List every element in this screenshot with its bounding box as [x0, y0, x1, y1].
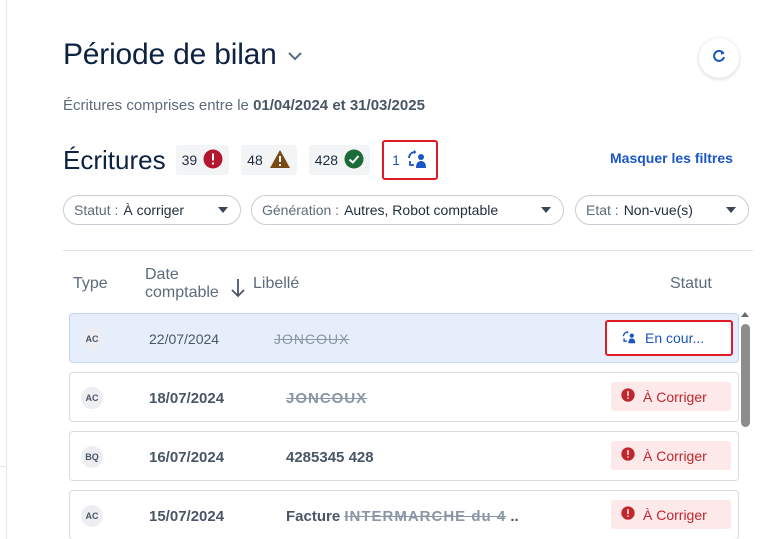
vertical-scrollbar-thumb[interactable]	[741, 324, 750, 427]
period-end-date: 31/03/2025	[349, 97, 425, 114]
error-count-badge[interactable]: 39	[175, 145, 230, 175]
panel-left-border	[6, 0, 7, 539]
status-filter-label: Statut :	[74, 202, 119, 218]
column-header-date[interactable]: Date comptable	[145, 266, 219, 302]
dropdown-caret-icon	[218, 207, 228, 213]
reassign-count-badge[interactable]: 1	[382, 140, 438, 180]
column-header-date-line2: comptable	[145, 284, 219, 301]
generation-filter-value: Autres, Robot comptable	[344, 202, 499, 218]
warning-icon	[269, 149, 291, 172]
section-title: Écritures	[63, 144, 166, 175]
scroll-up-arrow-icon[interactable]	[741, 312, 749, 317]
period-selector[interactable]: Période de bilan	[63, 38, 303, 72]
subtitle-prefix: Écritures comprises entre le	[63, 97, 254, 114]
journal-type-badge: AC	[81, 328, 103, 350]
journal-type-badge: AC	[81, 387, 103, 409]
table-row[interactable]: AC 15/07/2024 Facture INTERMARCHE du 4 .…	[69, 490, 739, 539]
status-badge[interactable]: À Corriger	[611, 382, 731, 411]
row-date: 22/07/2024	[149, 331, 220, 347]
status-label: À Corriger	[643, 447, 707, 464]
error-icon	[203, 149, 223, 172]
section-divider	[63, 250, 753, 251]
warning-count-badge[interactable]: 48	[241, 145, 297, 175]
generation-filter[interactable]: Génération : Autres, Robot comptable	[251, 195, 564, 225]
subtitle-and: et	[328, 97, 350, 114]
status-badge[interactable]: En cour...	[605, 320, 733, 356]
refresh-icon	[711, 48, 727, 69]
row-date: 18/07/2024	[149, 390, 225, 407]
status-label: En cour...	[645, 330, 705, 346]
row-libelle: Facture INTERMARCHE du 4 ..	[286, 508, 519, 525]
column-header-statut[interactable]: Statut	[670, 275, 712, 293]
etat-filter[interactable]: Etat : Non-vue(s)	[575, 195, 749, 225]
journal-type-badge: BQ	[81, 446, 103, 468]
row-libelle-suffix: ..	[506, 508, 519, 525]
table-row[interactable]: AC 18/07/2024 JONCOUX À Corriger	[69, 372, 739, 422]
status-filter[interactable]: Statut : À corriger	[63, 195, 241, 225]
row-libelle: 4285345 428	[286, 449, 374, 466]
page-title: Période de bilan	[63, 38, 277, 71]
row-libelle: JONCOUX	[286, 390, 367, 407]
column-header-libelle[interactable]: Libellé	[253, 275, 299, 293]
row-libelle-redacted: INTERMARCHE du 4	[344, 508, 507, 525]
reassign-icon	[621, 330, 645, 347]
reassign-icon	[406, 149, 428, 172]
ecritures-header: Écritures 39 48 428 1	[63, 140, 450, 180]
error-count: 39	[181, 152, 198, 168]
row-libelle-redacted: JONCOUX	[274, 331, 350, 347]
row-libelle: JONCOUX	[274, 331, 349, 347]
generation-filter-label: Génération :	[262, 202, 340, 218]
period-start-date: 01/04/2024	[253, 97, 329, 114]
status-label: À Corriger	[643, 388, 707, 405]
table-row[interactable]: BQ 16/07/2024 4285345 428 À Corriger	[69, 431, 739, 481]
table-row[interactable]: AC 22/07/2024 JONCOUX En cour...	[69, 313, 739, 363]
outer-divider	[0, 466, 6, 467]
status-filter-value: À corriger	[123, 202, 185, 218]
row-date: 15/07/2024	[149, 508, 225, 525]
error-icon	[621, 388, 643, 405]
period-description: Écritures comprises entre le 01/04/2024 …	[63, 97, 425, 114]
dropdown-caret-icon	[541, 207, 551, 213]
error-icon	[621, 506, 643, 523]
sort-descending-icon[interactable]	[231, 278, 245, 303]
refresh-button[interactable]	[699, 38, 739, 78]
status-badge[interactable]: À Corriger	[611, 500, 731, 529]
hide-filters-link[interactable]: Masquer les filtres	[610, 150, 733, 166]
journal-type-badge: AC	[81, 505, 103, 527]
row-date: 16/07/2024	[149, 449, 225, 466]
check-icon	[344, 149, 364, 172]
warning-count: 48	[247, 152, 263, 168]
row-libelle-redacted: JONCOUX	[286, 390, 368, 407]
validated-count: 428	[314, 152, 339, 168]
status-label: À Corriger	[643, 506, 707, 523]
column-header-type[interactable]: Type	[73, 275, 108, 293]
status-badge[interactable]: À Corriger	[611, 441, 731, 470]
etat-filter-label: Etat :	[586, 202, 619, 218]
dropdown-caret-icon	[726, 207, 736, 213]
error-icon	[621, 447, 643, 464]
row-libelle-prefix: Facture	[286, 508, 345, 525]
chevron-down-icon[interactable]	[287, 48, 303, 66]
reassign-count: 1	[392, 152, 400, 168]
etat-filter-value: Non-vue(s)	[623, 202, 693, 218]
validated-count-badge[interactable]: 428	[308, 145, 371, 175]
column-header-date-line1: Date	[145, 266, 179, 283]
